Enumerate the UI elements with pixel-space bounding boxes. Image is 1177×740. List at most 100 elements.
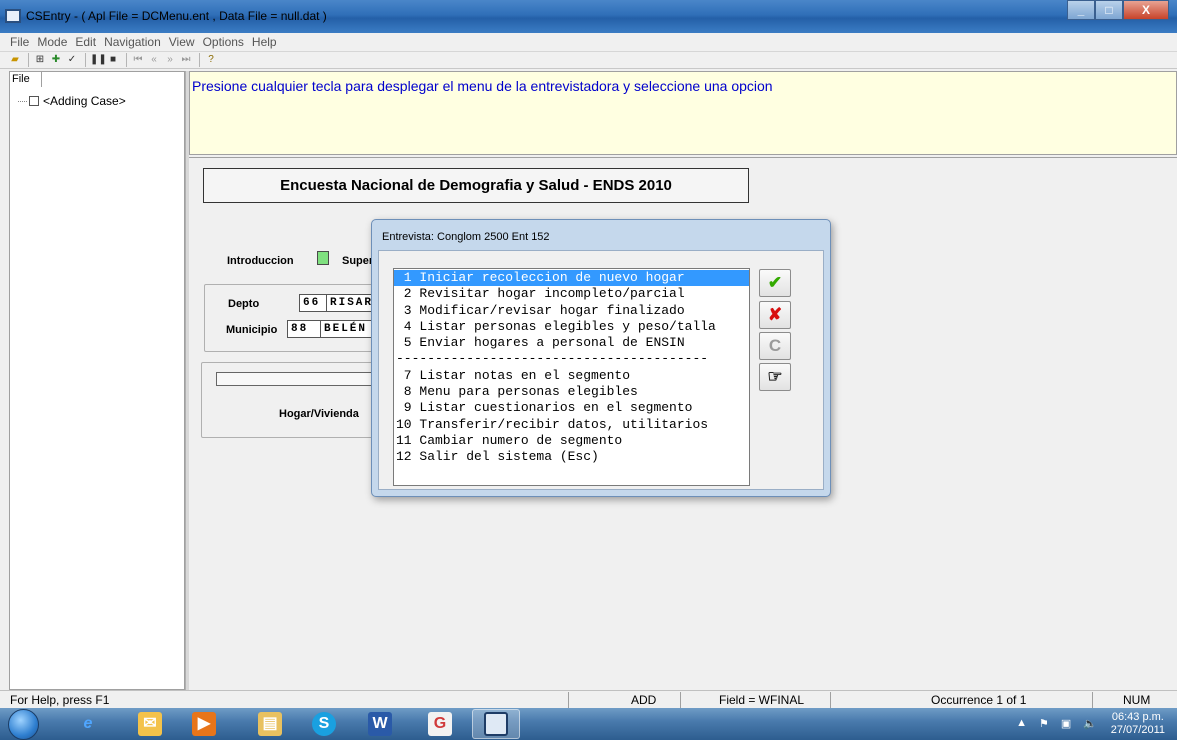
internet-explorer-icon: e bbox=[83, 715, 93, 732]
csentry-window-icon bbox=[484, 712, 508, 736]
tree-item-label: <Adding Case> bbox=[43, 94, 126, 108]
taskbar: e ✉ ▶ ▤ S W G ▲ ⚑ ▣ 🔈 06:43 p.m. 27/07/2… bbox=[0, 708, 1177, 740]
dialog-title: Entrevista: Conglom 2500 Ent 152 bbox=[382, 231, 550, 243]
menu-option-3[interactable]: 3 Modificar/revisar hogar finalizado bbox=[394, 303, 749, 319]
mail-icon: ✉ bbox=[138, 712, 162, 736]
open-icon[interactable]: ▰ bbox=[8, 53, 22, 67]
tree-checkbox[interactable] bbox=[29, 96, 39, 106]
stop-icon[interactable]: ■ bbox=[106, 53, 120, 67]
toolbar-separator bbox=[126, 53, 127, 67]
ie-taskbar-button[interactable]: e bbox=[64, 709, 112, 739]
status-bar: For Help, press F1 ADD Field = WFINAL Oc… bbox=[0, 690, 1177, 708]
folder-icon: ▤ bbox=[258, 712, 282, 736]
refresh-button[interactable]: C bbox=[759, 332, 791, 360]
menu-option-10[interactable]: 10 Transferir/recibir datos, utilitarios bbox=[394, 417, 749, 433]
menu-help[interactable]: Help bbox=[248, 33, 281, 51]
dialog-body: 1 Iniciar recoleccion de nuevo hogar 2 R… bbox=[378, 250, 824, 490]
skype-icon: S bbox=[312, 712, 336, 736]
menu-bar: File Mode Edit Navigation View Options H… bbox=[0, 33, 1177, 51]
hogar-vivienda-label: Hogar/Vivienda bbox=[279, 408, 359, 420]
menu-option-5[interactable]: 5 Enviar hogares a personal de ENSIN bbox=[394, 335, 749, 351]
status-occurrence: Occurrence 1 of 1 bbox=[830, 692, 1092, 708]
status-field: Field = WFINAL bbox=[680, 692, 830, 708]
minimize-button[interactable]: _ bbox=[1067, 0, 1095, 20]
maximize-button[interactable]: □ bbox=[1095, 0, 1123, 20]
outlook-taskbar-button[interactable]: ✉ bbox=[126, 709, 174, 739]
verify-icon[interactable]: ✓ bbox=[65, 53, 79, 67]
first-icon[interactable]: ⏮ bbox=[131, 53, 145, 67]
message-text: Presione cualquier tecla para desplegar … bbox=[192, 78, 773, 94]
status-num: NUM bbox=[1092, 692, 1158, 708]
system-tray: ▲ ⚑ ▣ 🔈 bbox=[1004, 717, 1097, 730]
case-tree-pane: File <Adding Case> bbox=[9, 71, 185, 690]
last-icon[interactable]: ⏭ bbox=[179, 53, 193, 67]
media-taskbar-button[interactable]: ▶ bbox=[180, 709, 228, 739]
next-icon[interactable]: » bbox=[163, 53, 177, 67]
toolbar-separator bbox=[199, 53, 200, 67]
introduccion-status-box bbox=[317, 251, 329, 265]
cancel-button[interactable]: ✘ bbox=[759, 301, 791, 329]
menu-option-4[interactable]: 4 Listar personas elegibles y peso/talla bbox=[394, 319, 749, 335]
system-clock[interactable]: 06:43 p.m. 27/07/2011 bbox=[1111, 711, 1165, 737]
menu-option-1[interactable]: 1 Iniciar recoleccion de nuevo hogar bbox=[394, 270, 749, 287]
interview-menu-dialog: Entrevista: Conglom 2500 Ent 152 1 Inici… bbox=[371, 219, 831, 497]
depto-label: Depto bbox=[228, 298, 260, 310]
form-title: Encuesta Nacional de Demografia y Salud … bbox=[203, 168, 749, 203]
word-icon: W bbox=[368, 712, 392, 736]
cspro-taskbar-button[interactable]: G bbox=[416, 709, 464, 739]
point-hand-button[interactable]: ☞ bbox=[759, 363, 791, 391]
menu-option-8[interactable]: 8 Menu para personas elegibles bbox=[394, 384, 749, 400]
clock-date: 27/07/2011 bbox=[1110, 724, 1165, 736]
ok-button[interactable]: ✔ bbox=[759, 269, 791, 297]
pause-icon[interactable]: ❚❚ bbox=[90, 53, 107, 67]
network-icon[interactable]: ▣ bbox=[1061, 717, 1071, 730]
status-help: For Help, press F1 bbox=[10, 693, 110, 707]
tray-expand-icon[interactable]: ▲ bbox=[1016, 717, 1027, 730]
menu-options[interactable]: Options bbox=[199, 33, 248, 51]
municipio-code-field[interactable]: 88 bbox=[287, 320, 321, 338]
depto-code-field[interactable]: 66 bbox=[299, 294, 327, 312]
title-bar: CSEntry - ( Apl File = DCMenu.ent , Data… bbox=[0, 0, 1177, 33]
clock-time: 06:43 p.m. bbox=[1111, 711, 1164, 723]
status-mode: ADD bbox=[568, 692, 680, 708]
hogar-progress-field[interactable] bbox=[216, 372, 376, 386]
add-case-icon[interactable]: ⊞ bbox=[33, 53, 47, 67]
window-title: CSEntry - ( Apl File = DCMenu.ent , Data… bbox=[26, 9, 327, 23]
action-center-flag-icon[interactable]: ⚑ bbox=[1039, 717, 1049, 730]
menu-edit[interactable]: Edit bbox=[71, 33, 100, 51]
menu-option-12[interactable]: 12 Salir del sistema (Esc) bbox=[394, 449, 749, 465]
close-button[interactable]: X bbox=[1123, 0, 1169, 20]
skype-taskbar-button[interactable]: S bbox=[300, 709, 348, 739]
toolbar: ▰ ⊞ ✚ ✓ ❚❚ ■ ⏮ « » ⏭ ? bbox=[0, 51, 1177, 69]
super-label: Super bbox=[342, 255, 374, 267]
volume-icon[interactable]: 🔈 bbox=[1083, 717, 1097, 730]
word-taskbar-button[interactable]: W bbox=[356, 709, 404, 739]
menu-option-9[interactable]: 9 Listar cuestionarios en el segmento bbox=[394, 400, 749, 416]
explorer-taskbar-button[interactable]: ▤ bbox=[246, 709, 294, 739]
menu-navigation[interactable]: Navigation bbox=[100, 33, 165, 51]
modify-case-icon[interactable]: ✚ bbox=[49, 53, 63, 67]
tree-tab-file[interactable]: File bbox=[10, 72, 42, 87]
window-controls: _ □ X bbox=[1067, 0, 1169, 20]
tree-connector bbox=[18, 100, 27, 102]
introduccion-label: Introduccion bbox=[227, 255, 294, 267]
app-window-icon bbox=[5, 9, 21, 23]
prev-icon[interactable]: « bbox=[147, 53, 161, 67]
menu-options-list[interactable]: 1 Iniciar recoleccion de nuevo hogar 2 R… bbox=[393, 268, 750, 486]
help-icon[interactable]: ? bbox=[204, 53, 218, 67]
cspro-icon: G bbox=[428, 712, 452, 736]
csentry-taskbar-button[interactable] bbox=[472, 709, 520, 739]
menu-option-2[interactable]: 2 Revisitar hogar incompleto/parcial bbox=[394, 286, 749, 302]
tree-item-adding-case[interactable]: <Adding Case> bbox=[18, 94, 126, 108]
menu-view[interactable]: View bbox=[165, 33, 199, 51]
municipio-label: Municipio bbox=[226, 324, 278, 336]
menu-separator: ---------------------------------------- bbox=[396, 351, 709, 367]
menu-mode[interactable]: Mode bbox=[33, 33, 71, 51]
toolbar-separator bbox=[85, 53, 86, 67]
menu-option-11[interactable]: 11 Cambiar numero de segmento bbox=[394, 433, 749, 449]
toolbar-separator bbox=[28, 53, 29, 67]
menu-option-7[interactable]: 7 Listar notas en el segmento bbox=[394, 368, 749, 384]
menu-file[interactable]: File bbox=[0, 33, 33, 51]
start-button[interactable] bbox=[8, 709, 39, 740]
media-player-icon: ▶ bbox=[192, 712, 216, 736]
